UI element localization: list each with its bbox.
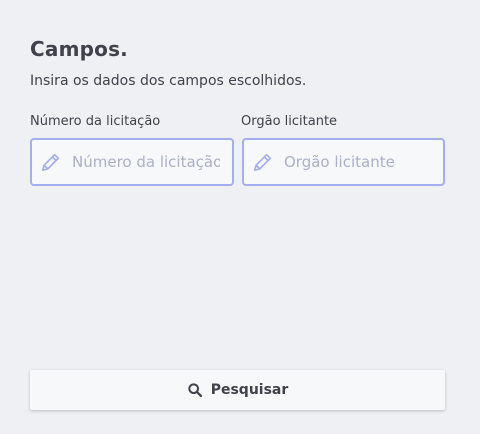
bidding-agency-label: Orgão licitante <box>241 114 338 129</box>
bid-number-input[interactable] <box>72 153 220 171</box>
bid-number-label: Número da licitação <box>30 114 161 129</box>
panel-subtitle: Insira os dados dos campos escolhidos. <box>30 73 307 89</box>
search-button[interactable]: Pesquisar <box>30 370 445 410</box>
panel-title: Campos. <box>30 37 128 61</box>
pencil-icon <box>41 153 60 172</box>
pencil-icon <box>253 153 272 172</box>
search-button-label: Pesquisar <box>210 382 289 398</box>
fields-panel: Campos. Insira os dados dos campos escol… <box>0 0 480 434</box>
bidding-agency-field[interactable] <box>242 138 445 186</box>
bid-number-field[interactable] <box>30 138 234 186</box>
search-icon <box>188 383 202 398</box>
bidding-agency-input[interactable] <box>284 153 431 171</box>
